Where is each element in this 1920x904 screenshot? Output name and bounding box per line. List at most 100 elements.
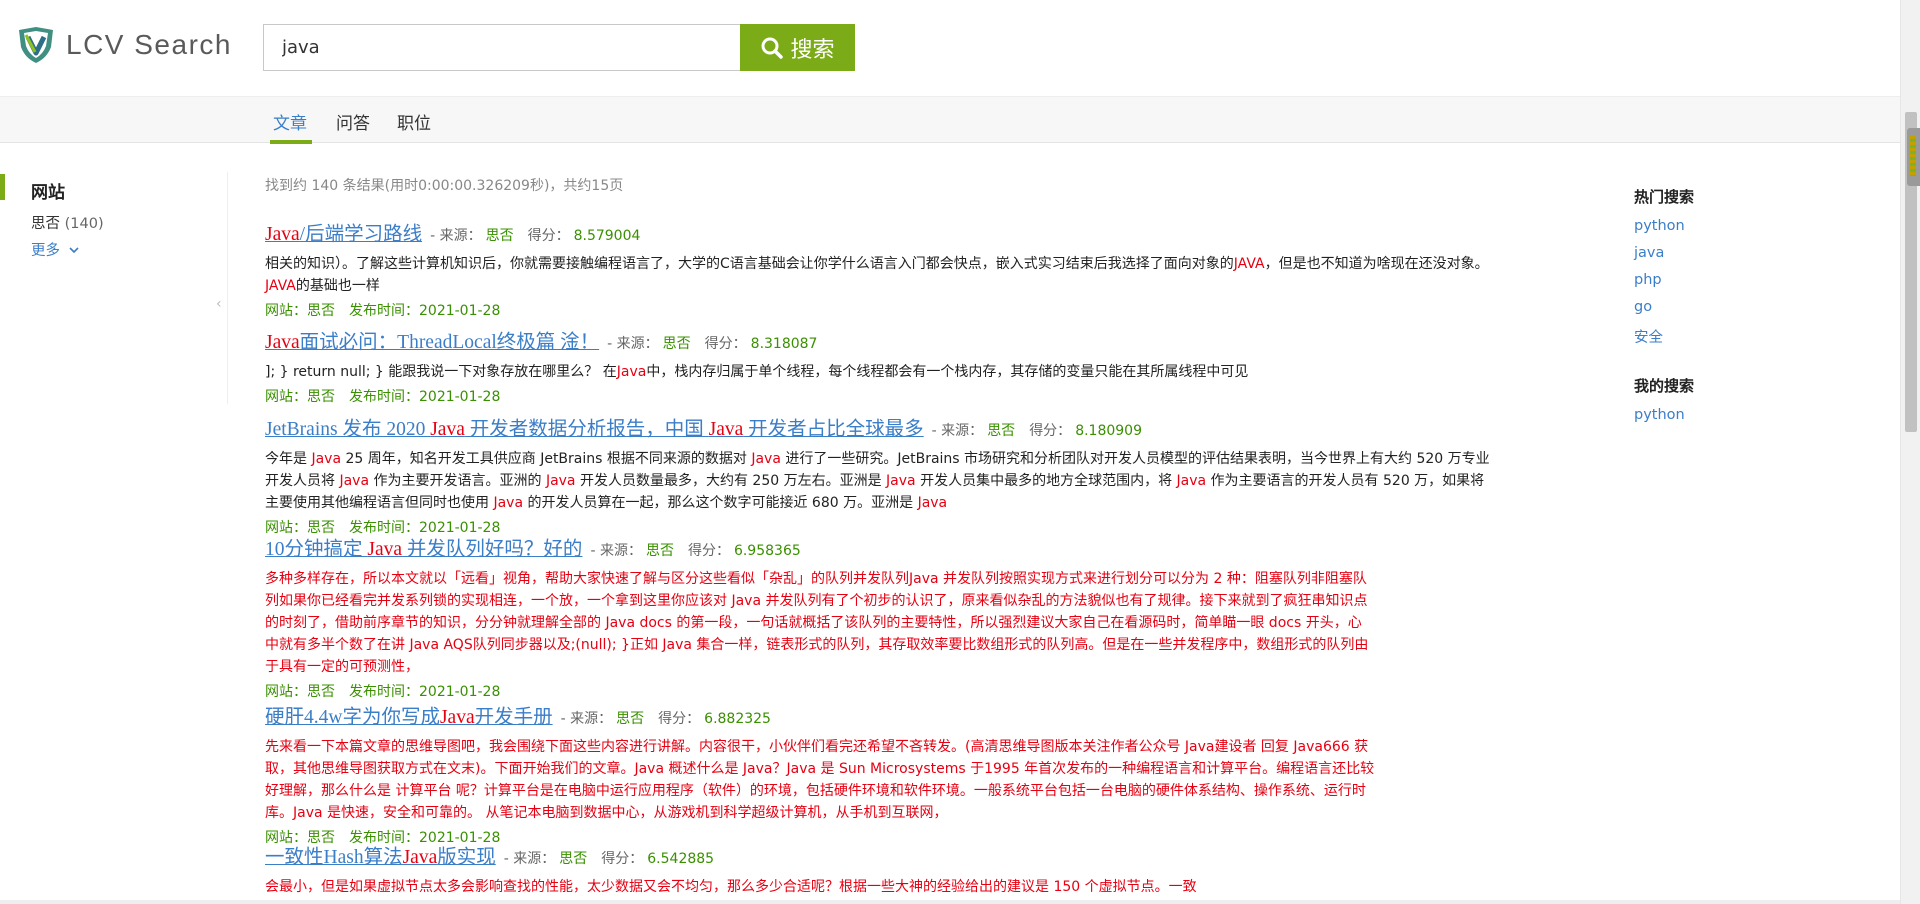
result-title-part: 面试必问：ThreadLocal终极篇 淦！ xyxy=(299,332,600,353)
result-site[interactable]: 思否 xyxy=(307,684,335,700)
result-snippet-part: Java xyxy=(886,473,916,489)
logo[interactable]: LCV Search xyxy=(16,24,232,66)
tab-qa[interactable]: 问答 xyxy=(336,109,370,134)
search-result: JetBrains 发布 2020 Java 开发者数据分析报告，中国 Java… xyxy=(265,417,1495,538)
result-snippet-part: Java xyxy=(311,451,342,467)
result-title-part: Java xyxy=(265,332,300,353)
result-title-part: 开发者数据分析报告，中国 xyxy=(464,419,709,440)
result-source[interactable]: 思否 xyxy=(486,228,514,244)
result-footer: 网站：思否 发布时间：2021-01-28 xyxy=(265,682,1495,702)
result-snippet-part: 25 周年，知名开发工具供应商 JetBrains 根据不同来源的数据对 xyxy=(341,451,752,467)
result-footer: 网站：思否 发布时间：2021-01-28 xyxy=(265,518,1495,538)
left-sidebar-title: 网站 xyxy=(31,183,65,203)
result-title-part: 并发队列好吗？好的 xyxy=(402,539,583,560)
result-date-label: 发布时间： xyxy=(349,389,419,405)
result-source[interactable]: 思否 xyxy=(616,711,644,727)
result-score: 6.542885 xyxy=(647,851,715,867)
collapse-sidebar-icon[interactable]: ‹ xyxy=(216,296,222,312)
search-result: 硬肝4.4w字为你写成Java开发手册 - 来源： 思否 得分： 6.882325 先来看… xyxy=(265,705,1495,848)
result-title-part: Java xyxy=(402,847,438,868)
result-snippet-part: Java xyxy=(545,473,576,489)
tab-jobs[interactable]: 职位 xyxy=(397,109,431,134)
result-snippet-part: JAVA xyxy=(265,278,296,294)
result-title-line: 硬肝4.4w字为你写成Java开发手册 - 来源： 思否 得分： 6.882325 xyxy=(265,705,1495,731)
result-title-link[interactable]: JetBrains 发布 2020 Java 开发者数据分析报告，中国 Java… xyxy=(265,419,924,440)
result-source[interactable]: 思否 xyxy=(559,851,587,867)
result-site-label: 网站： xyxy=(265,389,307,405)
result-snippet: 先来看一下本篇文章的思维导图吧，我会围绕下面这些内容进行讲解。内容很干，小伙伴们… xyxy=(265,736,1375,824)
search-box xyxy=(263,24,741,71)
result-title-line: Java/后端学习路线 - 来源： 思否 得分： 8.579004 xyxy=(265,222,1495,248)
result-source[interactable]: 思否 xyxy=(987,423,1015,439)
result-title-part: Java xyxy=(265,224,300,245)
result-score: 8.579004 xyxy=(573,228,641,244)
result-score: 8.318087 xyxy=(750,336,818,352)
result-title-link[interactable]: Java/后端学习路线 xyxy=(265,224,422,245)
result-date-label: 发布时间： xyxy=(349,520,419,536)
result-title-part: 开发者占比全球最多 xyxy=(743,419,924,440)
result-title-part: Java xyxy=(367,539,403,560)
result-snippet-part: 多种多样存在，所以本文就以「远看」视角，帮助大家快速了解与区分这些看似「杂乱」的… xyxy=(265,571,1369,675)
result-source[interactable]: 思否 xyxy=(646,543,674,559)
my-search-item[interactable]: python xyxy=(1634,407,1854,423)
result-score-label: 得分： xyxy=(704,336,747,352)
search-button[interactable]: 搜索 xyxy=(740,24,855,71)
side-widget-icon[interactable] xyxy=(1907,128,1920,186)
hot-search-list: python java php go 安全 xyxy=(1634,218,1854,347)
result-title-line: 10分钟搞定 Java 并发队列好吗？好的 - 来源： 思否 得分： 6.958365 xyxy=(265,537,1495,563)
result-title-link[interactable]: 一致性Hash算法Java版实现 xyxy=(265,847,496,868)
result-site-label: 网站： xyxy=(265,684,307,700)
hot-search-item[interactable]: java xyxy=(1634,245,1854,261)
result-score-label: 得分： xyxy=(687,543,730,559)
result-site[interactable]: 思否 xyxy=(307,830,335,846)
hot-search-item[interactable]: 安全 xyxy=(1634,326,1854,347)
result-date-label: 发布时间： xyxy=(349,303,419,319)
site-filter-count: (140) xyxy=(64,216,104,232)
result-site[interactable]: 思否 xyxy=(307,389,335,405)
result-summary: 找到约 140 条结果(用时0:00:00.326209秒)，共约15页 xyxy=(265,178,624,194)
result-title-part: 10分钟搞定 xyxy=(265,539,368,560)
search-result: Java面试必问：ThreadLocal终极篇 淦！ - 来源： 思否 得分： 8.31… xyxy=(265,330,1495,407)
result-site[interactable]: 思否 xyxy=(307,520,335,536)
hot-search-item[interactable]: go xyxy=(1634,299,1854,315)
result-meta: - 来源： 思否 得分： 6.882325 xyxy=(561,711,771,727)
result-score: 8.180909 xyxy=(1075,423,1142,439)
result-score-label: 得分： xyxy=(1029,423,1072,439)
result-date-label: 发布时间： xyxy=(349,684,419,700)
active-tab-indicator xyxy=(270,140,312,144)
search-button-label: 搜索 xyxy=(790,37,835,63)
result-source-label: - 来源： xyxy=(590,543,642,559)
result-title-link[interactable]: 10分钟搞定 Java 并发队列好吗？好的 xyxy=(265,539,582,560)
search-result: 一致性Hash算法Java版实现 - 来源： 思否 得分： 6.542885 会最小，但是… xyxy=(265,845,1495,898)
result-snippet: 多种多样存在，所以本文就以「远看」视角，帮助大家快速了解与区分这些看似「杂乱」的… xyxy=(265,568,1375,678)
result-meta: - 来源： 思否 得分： 8.318087 xyxy=(607,336,817,352)
result-snippet-part: Java xyxy=(339,473,370,489)
search-icon xyxy=(761,37,784,59)
header: LCV Search 搜索 xyxy=(0,0,1900,96)
result-snippet-part: Java xyxy=(1176,473,1207,489)
result-date: 2021-01-28 xyxy=(419,684,501,700)
result-snippet: 相关的知识）。了解这些计算机知识后，你就需要接触编程语言了，大学的C语言基础会让… xyxy=(265,253,1495,297)
result-site-label: 网站： xyxy=(265,520,307,536)
result-snippet: ]; } return null; } 能跟我说一下对象存放在哪里么？ 在Jav… xyxy=(265,361,1495,383)
my-search-list: python xyxy=(1634,407,1854,423)
result-date: 2021-01-28 xyxy=(419,389,501,405)
left-sidebar: 网站 思否 (140) 更多 xyxy=(0,172,228,404)
result-title-link[interactable]: Java面试必问：ThreadLocal终极篇 淦！ xyxy=(265,332,599,353)
hot-search-item[interactable]: python xyxy=(1634,218,1854,234)
result-title-link[interactable]: 硬肝4.4w字为你写成Java开发手册 xyxy=(265,707,553,728)
result-title-part: 版实现 xyxy=(437,847,496,868)
site-filter-item[interactable]: 思否 (140) xyxy=(31,212,104,233)
result-snippet: 会最小，但是如果虚拟节点太多会影响查找的性能，太少数据又会不均匀，那么多少合适呢… xyxy=(265,876,1495,898)
result-source[interactable]: 思否 xyxy=(663,336,691,352)
tab-articles[interactable]: 文章 xyxy=(273,109,307,134)
result-site[interactable]: 思否 xyxy=(307,303,335,319)
more-sites-button[interactable]: 更多 xyxy=(31,239,80,260)
result-date-label: 发布时间： xyxy=(349,830,419,846)
hot-search-item[interactable]: php xyxy=(1634,272,1854,288)
result-meta: - 来源： 思否 得分： 8.579004 xyxy=(430,228,640,244)
logo-text: LCV Search xyxy=(66,29,232,60)
result-snippet-part: JAVA xyxy=(1233,256,1265,272)
tabs-bar: 文章 问答 职位 xyxy=(0,96,1900,144)
search-input[interactable] xyxy=(264,25,741,70)
